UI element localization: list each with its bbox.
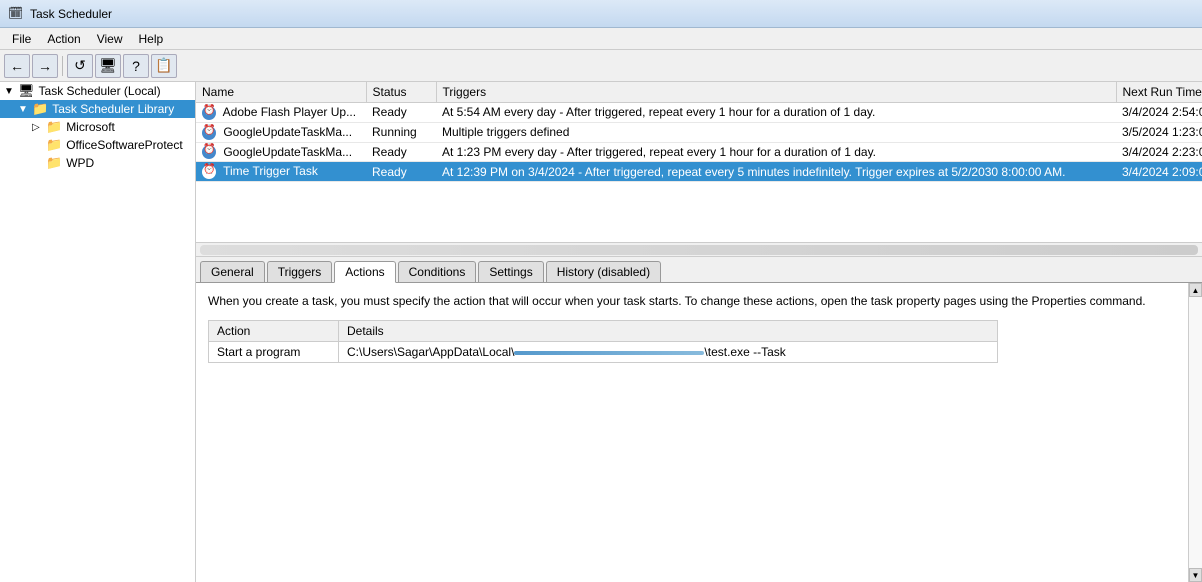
menu-action[interactable]: Action	[39, 30, 88, 48]
table-row[interactable]: GoogleUpdateTaskMa... Running Multiple t…	[196, 122, 1202, 142]
office-icon: 📁	[46, 137, 62, 153]
row3-name: Time Trigger Task	[196, 162, 366, 182]
tab-bar: General Triggers Actions Conditions Sett…	[196, 257, 1202, 283]
task-scroll-wrapper[interactable]: Name Status Triggers Next Run Time Adobe…	[196, 82, 1202, 242]
task-table-header: Name Status Triggers Next Run Time	[196, 82, 1202, 103]
task-row0-icon	[202, 106, 216, 120]
actions-col-action: Action	[209, 320, 339, 341]
actions-row0-details: C:\Users\Sagar\AppData\Local\\test.exe -…	[339, 341, 998, 362]
row1-nextrun: 3/5/2024 1:23:00 P	[1116, 122, 1202, 142]
main-layout: ▼ 🖥 Task Scheduler (Local) ▼ 📁 Task Sche…	[0, 82, 1202, 582]
right-panel: Name Status Triggers Next Run Time Adobe…	[196, 82, 1202, 582]
microsoft-icon: 📁	[46, 119, 62, 135]
row0-triggers: At 5:54 AM every day - After triggered, …	[436, 103, 1116, 123]
actions-row[interactable]: Start a program C:\Users\Sagar\AppData\L…	[209, 341, 998, 362]
row2-name: GoogleUpdateTaskMa...	[196, 142, 366, 162]
tab-content-actions: When you create a task, you must specify…	[196, 283, 1188, 582]
row1-status: Running	[366, 122, 436, 142]
row0-nextrun: 3/4/2024 2:54:00 P	[1116, 103, 1202, 123]
scroll-track	[1189, 297, 1202, 568]
actions-table: Action Details Start a program C:\Users\…	[208, 320, 998, 363]
redacted-path	[514, 351, 704, 355]
table-row-selected[interactable]: Time Trigger Task Ready At 12:39 PM on 3…	[196, 162, 1202, 182]
toolbar-separator-1	[62, 56, 63, 76]
computer-button[interactable]: 🖥	[95, 54, 121, 78]
expand-microsoft: ▷	[32, 122, 44, 133]
tab-general[interactable]: General	[200, 261, 265, 282]
tab-settings[interactable]: Settings	[478, 261, 543, 282]
row1-triggers: Multiple triggers defined	[436, 122, 1116, 142]
row3-status: Ready	[366, 162, 436, 182]
tab-triggers[interactable]: Triggers	[267, 261, 333, 282]
row1-name: GoogleUpdateTaskMa...	[196, 122, 366, 142]
tree-item-wpd[interactable]: 📁 WPD	[0, 154, 195, 172]
actions-row0-action: Start a program	[209, 341, 339, 362]
row3-nextrun: 3/4/2024 2:09:04 P	[1116, 162, 1202, 182]
row0-status: Ready	[366, 103, 436, 123]
row2-nextrun: 3/4/2024 2:23:00 P	[1116, 142, 1202, 162]
refresh-button[interactable]: ↺	[67, 54, 93, 78]
scroll-down-btn[interactable]: ▼	[1189, 568, 1202, 582]
table-row[interactable]: Adobe Flash Player Up... Ready At 5:54 A…	[196, 103, 1202, 123]
title-bar-text: Task Scheduler	[30, 7, 112, 21]
title-bar: 🗓 Task Scheduler	[0, 0, 1202, 28]
menu-view[interactable]: View	[89, 30, 131, 48]
tab-conditions[interactable]: Conditions	[398, 261, 477, 282]
back-button[interactable]: ←	[4, 54, 30, 78]
task-row3-icon	[202, 165, 216, 179]
task-list-pane: Name Status Triggers Next Run Time Adobe…	[196, 82, 1202, 257]
menu-bar: File Action View Help	[0, 28, 1202, 50]
row2-status: Ready	[366, 142, 436, 162]
tree-item-library[interactable]: ▼ 📁 Task Scheduler Library	[0, 100, 195, 118]
scroll-up-btn[interactable]: ▲	[1189, 283, 1202, 297]
task-table: Name Status Triggers Next Run Time Adobe…	[196, 82, 1202, 182]
library-icon: 📁	[32, 101, 48, 117]
library-label: Task Scheduler Library	[52, 102, 174, 116]
row3-triggers: At 12:39 PM on 3/4/2024 - After triggere…	[436, 162, 1116, 182]
task-row2-icon	[202, 145, 216, 159]
help-button[interactable]: ?	[123, 54, 149, 78]
col-nextrun: Next Run Time	[1116, 82, 1202, 103]
tree-item-microsoft[interactable]: ▷ 📁 Microsoft	[0, 118, 195, 136]
col-name: Name	[196, 82, 366, 103]
row0-name: Adobe Flash Player Up...	[196, 103, 366, 123]
left-panel: ▼ 🖥 Task Scheduler (Local) ▼ 📁 Task Sche…	[0, 82, 196, 582]
tab-history[interactable]: History (disabled)	[546, 261, 661, 282]
tree-item-officesoftware[interactable]: 📁 OfficeSoftwareProtect	[0, 136, 195, 154]
wpd-icon: 📁	[46, 155, 62, 171]
task-row1-icon	[202, 126, 216, 140]
detail-pane: General Triggers Actions Conditions Sett…	[196, 257, 1202, 582]
table-row[interactable]: GoogleUpdateTaskMa... Ready At 1:23 PM e…	[196, 142, 1202, 162]
local-label: Task Scheduler (Local)	[39, 84, 161, 98]
actions-table-header: Action Details	[209, 320, 998, 341]
title-bar-icon: 🗓	[8, 6, 24, 22]
row2-triggers: At 1:23 PM every day - After triggered, …	[436, 142, 1116, 162]
tab-actions[interactable]: Actions	[334, 261, 395, 283]
wpd-label: WPD	[66, 156, 94, 170]
detail-content-wrapper: When you create a task, you must specify…	[196, 283, 1202, 582]
detail-scrollbar[interactable]: ▲ ▼	[1188, 283, 1202, 582]
actions-col-details: Details	[339, 320, 998, 341]
col-triggers: Triggers	[436, 82, 1116, 103]
actions-description: When you create a task, you must specify…	[208, 293, 1176, 310]
menu-file[interactable]: File	[4, 30, 39, 48]
menu-help[interactable]: Help	[131, 30, 172, 48]
local-icon: 🖥	[18, 83, 35, 99]
export-button[interactable]: 📋	[151, 54, 177, 78]
tree-item-local[interactable]: ▼ 🖥 Task Scheduler (Local)	[0, 82, 195, 100]
office-label: OfficeSoftwareProtect	[66, 138, 183, 152]
microsoft-label: Microsoft	[66, 120, 115, 134]
toolbar: ← → ↺ 🖥 ? 📋	[0, 50, 1202, 82]
expand-local: ▼	[4, 86, 16, 97]
col-status: Status	[366, 82, 436, 103]
forward-button[interactable]: →	[32, 54, 58, 78]
expand-library: ▼	[18, 104, 30, 115]
h-scrollbar[interactable]	[196, 242, 1202, 256]
